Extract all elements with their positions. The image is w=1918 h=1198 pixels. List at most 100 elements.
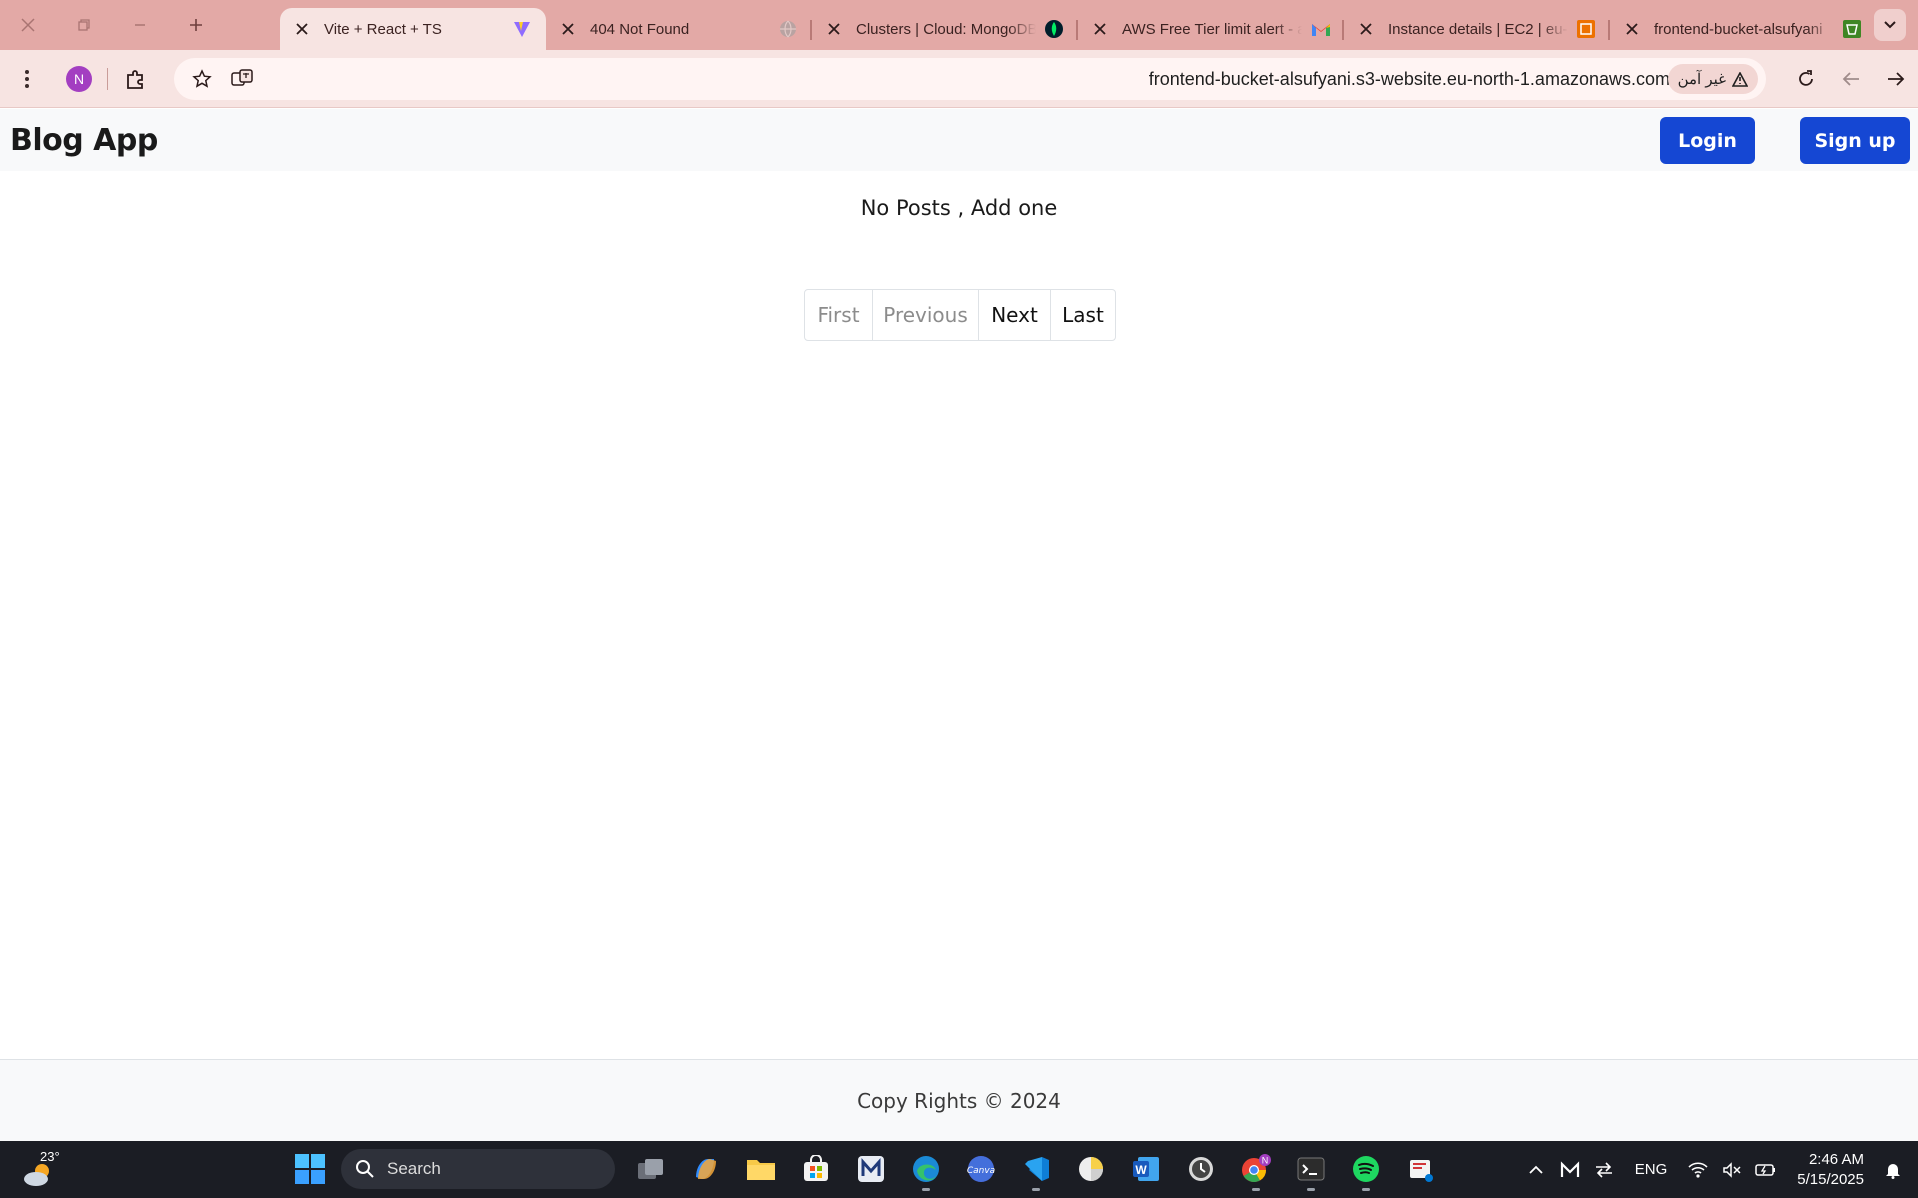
pagination-previous-button[interactable]: Previous	[872, 290, 978, 340]
tray-network-transfer[interactable]	[1589, 1141, 1619, 1198]
address-bar[interactable]: frontend-bucket-alsufyani.s3-website.eu-…	[174, 58, 1766, 100]
file-explorer-app[interactable]	[733, 1147, 788, 1191]
minimize-icon	[135, 24, 145, 26]
aws-ec2-icon	[1576, 19, 1596, 39]
signup-button[interactable]: Sign up	[1800, 117, 1910, 164]
word-app[interactable]: W	[1118, 1147, 1173, 1191]
show-hidden-icons-button[interactable]	[1521, 1141, 1551, 1198]
canva-icon: Canva	[966, 1156, 995, 1182]
clock-pie-icon	[1078, 1157, 1103, 1181]
app-m-tray-icon	[1560, 1160, 1579, 1177]
gmail-icon	[1310, 19, 1330, 39]
app-m-icon-app[interactable]	[843, 1147, 898, 1191]
tab-title: 404 Not Found	[590, 20, 690, 38]
window-close-button[interactable]	[0, 0, 56, 50]
windows-logo-icon	[294, 1154, 325, 1184]
close-icon	[1094, 23, 1106, 35]
search-icon	[356, 1160, 374, 1178]
translate-icon	[231, 69, 253, 86]
battery-charging-icon	[1755, 1163, 1776, 1176]
brand-title[interactable]: Blog App	[10, 123, 158, 158]
canva-app[interactable]: Canva	[953, 1147, 1008, 1191]
reload-button[interactable]	[1783, 59, 1828, 99]
browser-tab[interactable]: Instance details | EC2 | eu-n	[1344, 8, 1610, 50]
taskbar-apps: Search Canva W N	[282, 1147, 1448, 1191]
tab-close-button[interactable]	[1356, 19, 1376, 39]
app-m-icon	[857, 1156, 884, 1182]
pagination-first-button[interactable]: First	[805, 290, 872, 340]
mongodb-leaf-icon	[1044, 19, 1064, 39]
reload-icon	[1798, 70, 1813, 86]
extensions-button[interactable]	[116, 59, 156, 99]
terminal-app[interactable]	[1283, 1147, 1338, 1191]
back-button[interactable]	[1828, 59, 1873, 99]
tab-close-button[interactable]	[558, 19, 578, 39]
more-vertical-icon	[25, 69, 29, 88]
browser-tab[interactable]: frontend-bucket-alsufyani	[1610, 8, 1876, 50]
running-indicator	[1306, 1188, 1315, 1191]
window-controls	[0, 0, 280, 50]
site-security-chip[interactable]: غير آمن	[1667, 64, 1758, 94]
arrow-left-icon	[1842, 72, 1859, 86]
tab-title: Vite + React + TS	[324, 20, 442, 38]
weather-widget[interactable]: 23°	[22, 1147, 62, 1191]
close-icon	[21, 18, 35, 32]
pagination-last-button[interactable]: Last	[1050, 290, 1115, 340]
vscode-icon	[1024, 1157, 1049, 1181]
tab-close-button[interactable]	[1090, 19, 1110, 39]
pagination-next-button[interactable]: Next	[978, 290, 1050, 340]
vscode-app[interactable]	[1008, 1147, 1063, 1191]
browser-tab-strip: Vite + React + TS 404 Not Found Clusters…	[0, 0, 1918, 50]
browser-tab[interactable]: 404 Not Found	[546, 8, 812, 50]
profile-button[interactable]: N	[59, 59, 99, 99]
tab-search-button[interactable]	[1874, 9, 1906, 41]
browser-tab[interactable]: AWS Free Tier limit alert - a	[1078, 8, 1344, 50]
language-indicator[interactable]: ENG	[1635, 1141, 1668, 1198]
bookmark-star-button[interactable]	[182, 59, 222, 99]
vite-logo-icon	[512, 19, 532, 39]
tab-title: Clusters | Cloud: MongoDB	[856, 20, 1036, 38]
browser-menu-button[interactable]	[7, 59, 47, 99]
navigation-buttons	[1783, 59, 1918, 99]
puzzle-icon	[127, 69, 143, 89]
tray-app-m[interactable]	[1555, 1141, 1585, 1198]
taskbar-clock[interactable]: 2:46 AM 5/15/2025	[1797, 1150, 1864, 1190]
volume-status[interactable]	[1717, 1141, 1747, 1198]
app-footer: Copy Rights © 2024	[0, 1059, 1918, 1141]
pagination: First Previous Next Last	[804, 289, 1116, 341]
start-button[interactable]	[282, 1147, 337, 1191]
chrome-app[interactable]: N	[1228, 1147, 1283, 1191]
browser-tab[interactable]: Clusters | Cloud: MongoDB	[812, 8, 1078, 50]
transfer-arrows-icon	[1595, 1161, 1612, 1178]
tab-close-button[interactable]	[1622, 19, 1642, 39]
search-placeholder: Search	[387, 1159, 441, 1178]
restore-icon	[78, 19, 90, 31]
wifi-status[interactable]	[1683, 1141, 1713, 1198]
window-minimize-button[interactable]	[112, 0, 168, 50]
taskbar-search[interactable]: Search	[341, 1149, 615, 1189]
task-view-button[interactable]	[623, 1147, 678, 1191]
edge-app[interactable]	[898, 1147, 953, 1191]
microsoft-store-app[interactable]	[788, 1147, 843, 1191]
tab-close-button[interactable]	[824, 19, 844, 39]
clock-app[interactable]	[1173, 1147, 1228, 1191]
spotify-app[interactable]	[1338, 1147, 1393, 1191]
browser-toolbar: N frontend-bucket-alsufyani.s3-website.e…	[0, 50, 1918, 108]
new-tab-button[interactable]	[168, 0, 224, 50]
clock-widget-app[interactable]	[1063, 1147, 1118, 1191]
terminal-icon	[1297, 1157, 1324, 1181]
svg-text:Canva: Canva	[966, 1166, 994, 1176]
system-tray: ENG 2:46 AM 5/15/2025	[1519, 1141, 1918, 1198]
forward-button[interactable]	[1873, 59, 1918, 99]
tab-close-button[interactable]	[292, 19, 312, 39]
tab-title: AWS Free Tier limit alert - a	[1122, 20, 1302, 38]
notifications-button[interactable]	[1878, 1141, 1908, 1198]
snipping-tool-app[interactable]	[1393, 1147, 1448, 1191]
window-restore-button[interactable]	[56, 0, 112, 50]
copilot-app[interactable]	[678, 1147, 733, 1191]
browser-tab[interactable]: Vite + React + TS	[280, 8, 546, 50]
wifi-icon	[1688, 1161, 1708, 1178]
translate-button[interactable]	[222, 59, 262, 99]
battery-status[interactable]	[1751, 1141, 1781, 1198]
login-button[interactable]: Login	[1660, 117, 1755, 164]
